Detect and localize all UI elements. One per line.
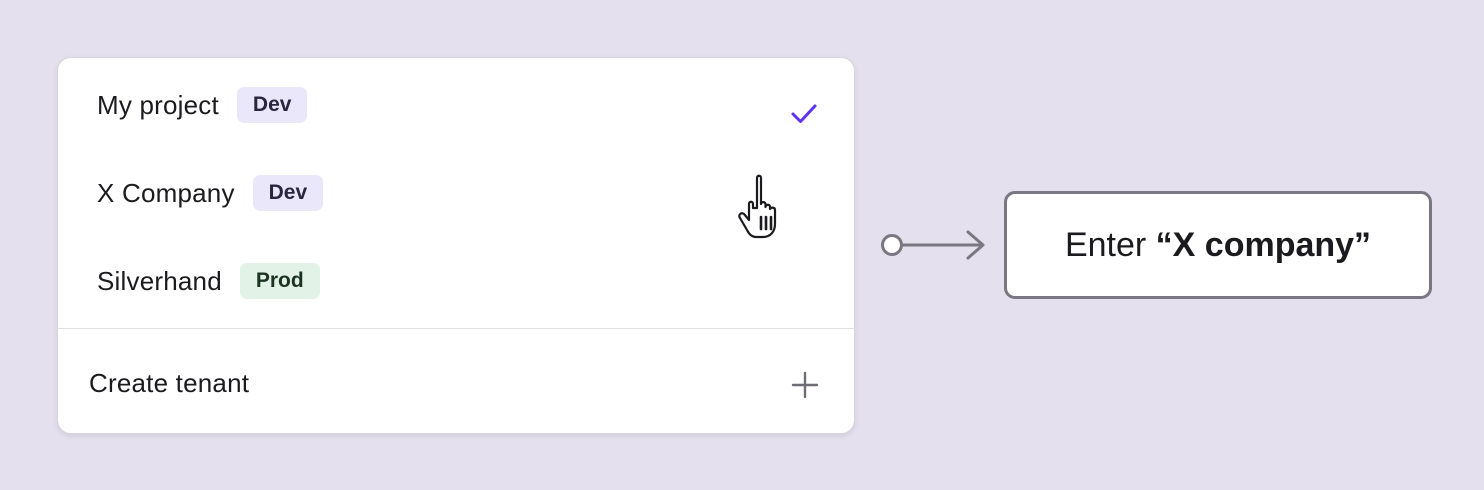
connector-arrow <box>881 230 985 260</box>
env-badge: Dev <box>252 175 324 211</box>
env-badge: Prod <box>239 263 320 299</box>
tenant-name: My project <box>97 89 219 120</box>
env-badge: Dev <box>236 87 308 123</box>
tenant-item-my-project[interactable]: My project Dev <box>58 70 854 140</box>
instruction-callout: Enter “X company” <box>1004 191 1432 299</box>
check-icon <box>791 104 817 123</box>
instruction-prefix: Enter <box>1064 225 1156 264</box>
divider <box>58 328 854 329</box>
tenant-item-silverhand[interactable]: Silverhand Prod <box>58 246 854 316</box>
tenant-dropdown: My project Dev X Company Dev Silverhand … <box>57 57 855 434</box>
plus-icon <box>791 371 819 399</box>
canvas: My project Dev X Company Dev Silverhand … <box>0 0 1484 490</box>
create-tenant-label: Create tenant <box>89 367 250 398</box>
create-tenant-button[interactable]: Create tenant <box>58 348 854 418</box>
tenant-name: Silverhand <box>97 265 222 296</box>
instruction-value: “X company” <box>1155 225 1372 264</box>
hand-pointer-cursor-icon <box>738 174 777 239</box>
tenant-name: X Company <box>97 177 235 208</box>
